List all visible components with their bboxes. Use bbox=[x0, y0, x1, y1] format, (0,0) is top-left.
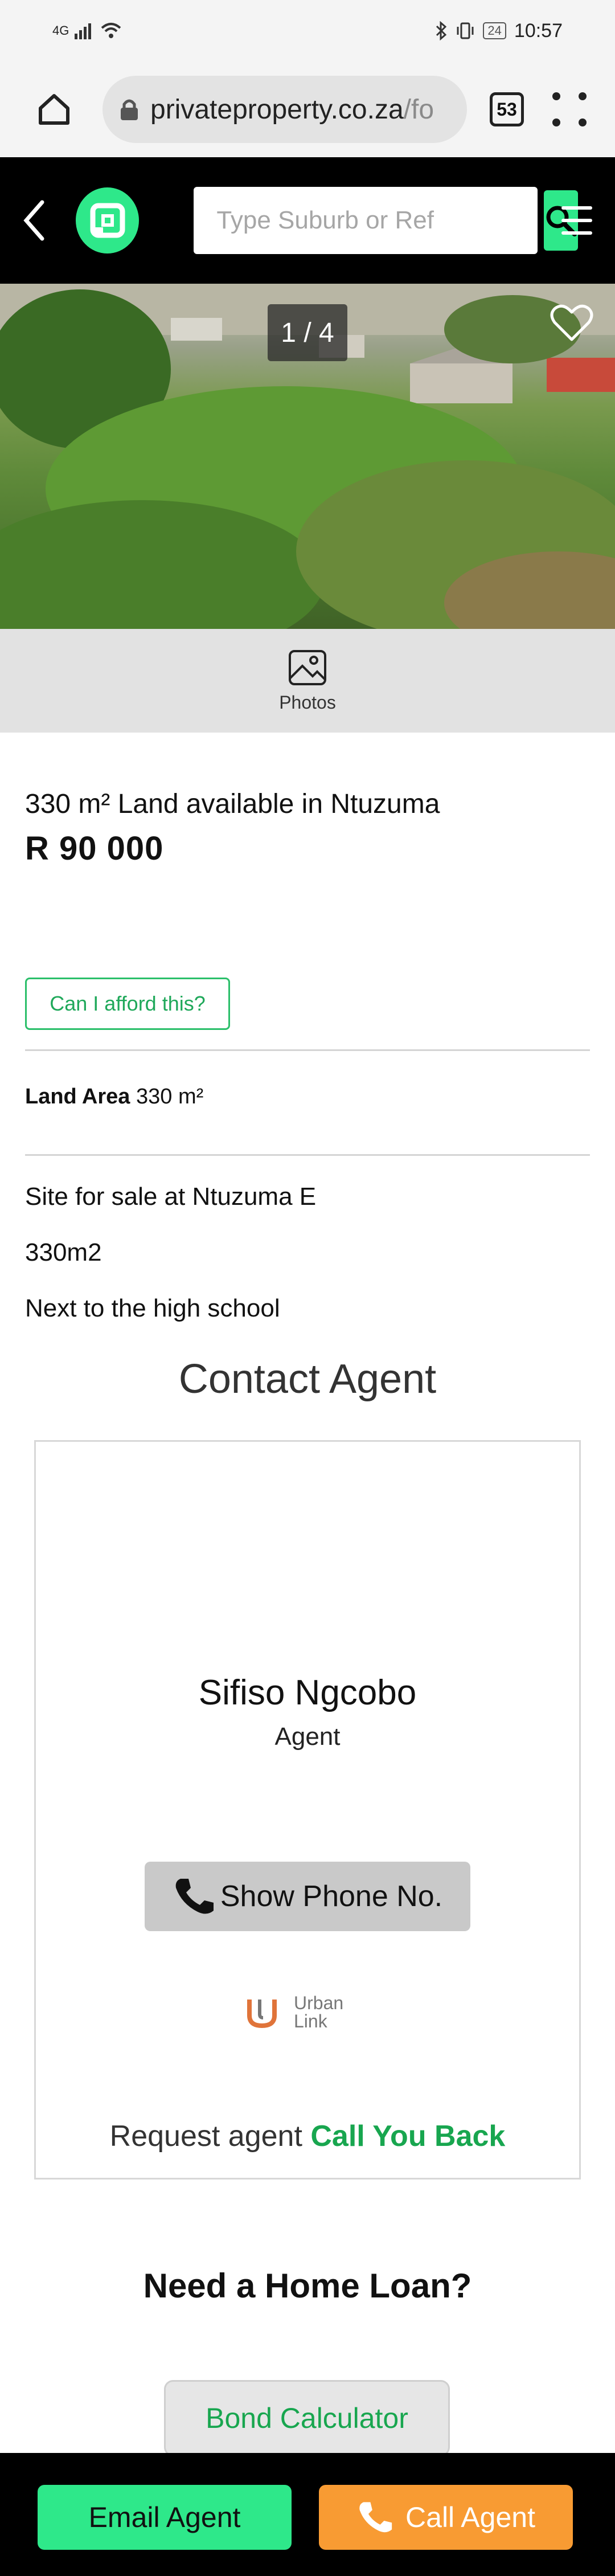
call-agent-label: Call Agent bbox=[405, 2501, 535, 2533]
image-icon bbox=[289, 649, 326, 685]
signal-icon bbox=[75, 23, 92, 39]
show-phone-label: Show Phone No. bbox=[220, 1880, 443, 1913]
contact-agent-heading: Contact Agent bbox=[178, 1356, 437, 1402]
site-header bbox=[0, 157, 615, 284]
url-path: /fo bbox=[403, 94, 434, 125]
call-you-back-link[interactable]: Call You Back bbox=[310, 2120, 505, 2153]
phone-icon bbox=[175, 1879, 214, 1914]
status-left: 4G bbox=[52, 22, 121, 39]
agency-name-line2: Link bbox=[294, 2011, 327, 2031]
home-icon bbox=[39, 94, 69, 125]
description-line: Next to the high school bbox=[25, 1294, 280, 1322]
logo-p-icon bbox=[90, 203, 125, 238]
afford-button[interactable]: Can I afford this? bbox=[25, 978, 230, 1030]
email-agent-button[interactable]: Email Agent bbox=[38, 2485, 292, 2550]
show-phone-button[interactable]: Show Phone No. bbox=[145, 1862, 470, 1931]
agent-role: Agent bbox=[274, 1723, 341, 1751]
listing-price: R 90 000 bbox=[25, 830, 164, 867]
back-button[interactable] bbox=[23, 192, 55, 249]
land-area-row: Land Area 330 m² bbox=[25, 1085, 203, 1109]
home-button[interactable] bbox=[23, 78, 85, 141]
network-type: 4G bbox=[52, 23, 69, 38]
status-bar: 4G 24 10:57 bbox=[0, 0, 615, 62]
search-input[interactable] bbox=[197, 190, 544, 251]
agent-card bbox=[34, 1440, 581, 2180]
agency-logo-mark bbox=[247, 2000, 277, 2029]
agent-name: Sifiso Ngcobo bbox=[198, 1673, 417, 1712]
status-right: 24 10:57 bbox=[435, 20, 563, 42]
phone-icon bbox=[359, 2502, 392, 2533]
land-area-label: Land Area bbox=[25, 1085, 130, 1109]
land-area-value: 330 m² bbox=[136, 1085, 204, 1109]
search-box bbox=[194, 187, 579, 254]
divider bbox=[25, 1154, 590, 1156]
bluetooth-icon bbox=[436, 21, 447, 40]
browser-toolbar: privateproperty.co.za/fo 53 bbox=[0, 62, 615, 157]
agency-logo[interactable]: Urban Link bbox=[245, 1994, 343, 2030]
photos-button[interactable]: Photos bbox=[0, 629, 615, 733]
description-line: Site for sale at Ntuzuma E bbox=[25, 1183, 317, 1211]
home-loan-heading: Need a Home Loan? bbox=[143, 2267, 472, 2305]
wifi-icon bbox=[101, 23, 121, 38]
agency-name: Urban Link bbox=[294, 1994, 343, 2030]
photos-label: Photos bbox=[279, 692, 336, 713]
hamburger-menu-button[interactable] bbox=[561, 206, 592, 235]
battery-indicator: 24 bbox=[483, 22, 506, 39]
heart-icon bbox=[550, 304, 593, 341]
description-line: 330m2 bbox=[25, 1238, 102, 1266]
agency-name-line1: Urban bbox=[294, 1993, 344, 2013]
site-logo[interactable] bbox=[76, 187, 140, 253]
chevron-left-icon bbox=[23, 200, 44, 241]
favourite-button[interactable] bbox=[549, 300, 594, 345]
browser-menu-button[interactable] bbox=[552, 92, 587, 126]
url-domain: privateproperty.co.za bbox=[150, 94, 404, 125]
call-agent-button[interactable]: Call Agent bbox=[319, 2485, 573, 2550]
listing-title: 330 m² Land available in Ntuzuma bbox=[25, 789, 440, 819]
callback-row: Request agent Call You Back bbox=[0, 2119, 615, 2153]
clock: 10:57 bbox=[514, 19, 563, 42]
url-text: privateproperty.co.za/fo bbox=[150, 94, 434, 125]
divider bbox=[25, 1049, 590, 1051]
vibrate-icon bbox=[457, 22, 474, 39]
tab-switcher-button[interactable]: 53 bbox=[490, 92, 524, 126]
callback-prefix: Request agent bbox=[109, 2120, 302, 2153]
bond-calculator-button[interactable]: Bond Calculator bbox=[164, 2380, 450, 2456]
lock-icon bbox=[121, 99, 138, 120]
address-bar[interactable]: privateproperty.co.za/fo bbox=[102, 76, 467, 143]
photo-gallery[interactable]: 1 / 4 bbox=[0, 284, 615, 629]
photo-counter: 1 / 4 bbox=[268, 304, 347, 361]
